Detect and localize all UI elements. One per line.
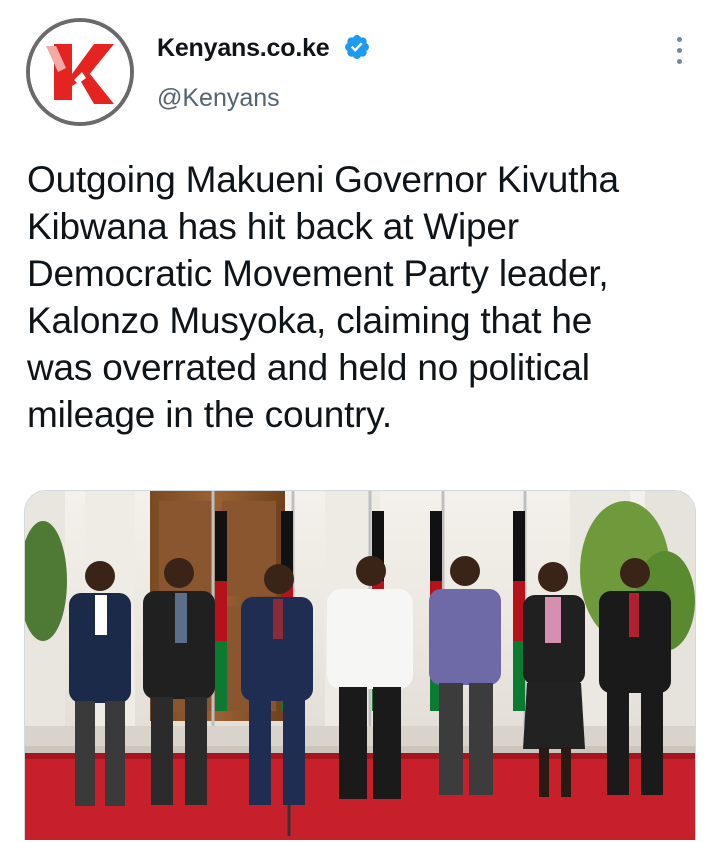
tweet-text-line: Democratic Movement Party leader, — [27, 253, 609, 294]
more-vertical-icon — [676, 36, 682, 42]
tweet-text-line: mileage in the country. — [27, 394, 392, 435]
author-avatar[interactable] — [26, 18, 134, 126]
tweet-text-line: Outgoing Makueni Governor Kivutha — [27, 159, 619, 200]
verified-badge-icon — [345, 35, 369, 59]
kenyans-k-logo-icon — [30, 22, 130, 122]
tweet-text-line: Kalonzo Musyoka, claiming that he — [27, 300, 593, 341]
more-vertical-icon — [676, 47, 682, 53]
tweet-photo[interactable] — [24, 490, 696, 840]
tweet-text-line: Kibwana has hit back at Wiper — [27, 206, 519, 247]
author-handle[interactable]: @Kenyans — [157, 84, 280, 113]
more-vertical-icon — [676, 58, 682, 64]
photo-image — [25, 491, 695, 840]
more-options-button[interactable] — [666, 30, 692, 70]
tweet-card: Kenyans.co.ke @Kenyans Outgoing Makueni … — [0, 0, 720, 842]
tweet-text-line: was overrated and held no political — [27, 347, 590, 388]
author-name[interactable]: Kenyans.co.ke — [157, 34, 330, 63]
tweet-text: Outgoing Makueni Governor Kivutha Kibwan… — [27, 156, 697, 438]
